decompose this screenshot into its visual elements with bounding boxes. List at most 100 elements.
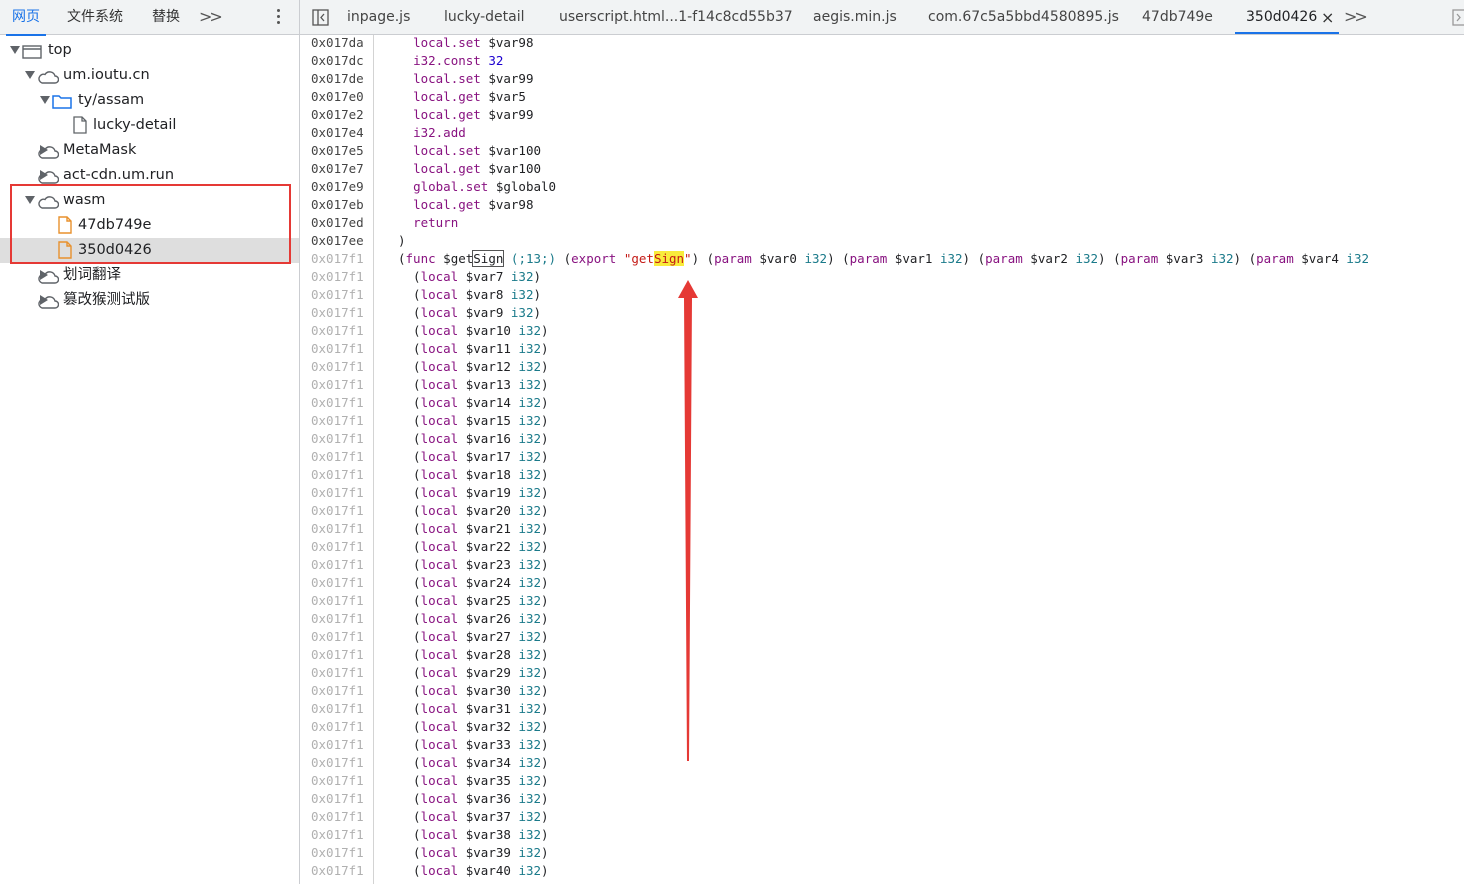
tree-item-label: act-cdn.um.run [63, 167, 175, 183]
line-address: 0x017f1 [311, 287, 364, 302]
code-line: (local $var29 i32) [398, 665, 549, 680]
tab-filesystem[interactable]: 文件系统 [67, 0, 123, 35]
line-address: 0x017de [311, 71, 364, 86]
tree-item-label: ty/assam [78, 92, 145, 108]
code-line: (local $var8 i32) [398, 287, 542, 302]
code-line: (local $var37 i32) [398, 809, 549, 824]
editor-tab-inpage[interactable]: inpage.js [347, 0, 410, 35]
code-line: (local $var7 i32) [398, 269, 542, 284]
line-address: 0x017eb [311, 197, 364, 212]
line-address: 0x017dc [311, 53, 364, 68]
code-line: (local $var38 i32) [398, 827, 549, 842]
editor-tab-userscript[interactable]: userscript.html...1-f14c8cd55b37 [559, 0, 793, 35]
code-line: (local $var24 i32) [398, 575, 549, 590]
code-line: local.set $var98 [413, 35, 534, 50]
code-line: local.set $var99 [413, 71, 534, 86]
code-line: (local $var10 i32) [398, 323, 549, 338]
code-line: (local $var40 i32) [398, 863, 549, 878]
line-address: 0x017f1 [311, 809, 364, 824]
close-tab-icon[interactable]: × [1321, 0, 1334, 35]
line-address: 0x017f1 [311, 395, 364, 410]
tree-item-label: 划词翻译 [63, 267, 121, 283]
editor-tab-lucky-detail[interactable]: lucky-detail [444, 0, 525, 35]
toggle-debugger-icon[interactable] [1452, 9, 1464, 26]
tree-item-label: lucky-detail [93, 117, 177, 133]
line-address: 0x017f1 [311, 683, 364, 698]
line-address: 0x017f1 [311, 665, 364, 680]
line-address: 0x017f1 [311, 575, 364, 590]
code-line: global.set $global0 [413, 179, 557, 194]
kebab-menu-icon[interactable] [277, 9, 281, 27]
editor-tab-aegis[interactable]: aegis.min.js [813, 0, 897, 35]
code-line: (local $var26 i32) [398, 611, 549, 626]
line-address: 0x017f1 [311, 755, 364, 770]
line-address: 0x017f1 [311, 719, 364, 734]
tree-item-label: top [48, 42, 72, 58]
tree-item-label: 350d0426 [78, 242, 152, 258]
code-line: i32.add [413, 125, 466, 140]
code-line: (local $var31 i32) [398, 701, 549, 716]
code-line: (local $var33 i32) [398, 737, 549, 752]
tree-item[interactable]: um.ioutu.cn [0, 63, 299, 88]
tree-item-label: 篡改猴测试版 [63, 292, 150, 308]
expand-triangle-down-icon[interactable] [25, 71, 35, 79]
tree-item[interactable]: act-cdn.um.run [0, 163, 299, 188]
address-gutter: 0x017da 0x017dc 0x017de 0x017e0 0x017e2 0x017… [300, 35, 374, 884]
line-address: 0x017f1 [311, 305, 364, 320]
line-address: 0x017f1 [311, 863, 364, 878]
line-address: 0x017f1 [311, 629, 364, 644]
tab-page[interactable]: 网页 [6, 0, 46, 36]
expand-triangle-down-icon[interactable] [25, 196, 35, 204]
tree-item[interactable]: top [0, 38, 299, 63]
code-line: (local $var17 i32) [398, 449, 549, 464]
line-address: 0x017f1 [311, 431, 364, 446]
code-line: (local $var19 i32) [398, 485, 549, 500]
code-line: (local $var39 i32) [398, 845, 549, 860]
code-line: (local $var35 i32) [398, 773, 549, 788]
expand-triangle-down-icon[interactable] [40, 96, 50, 104]
line-address: 0x017e0 [311, 89, 364, 104]
code-line: (local $var11 i32) [398, 341, 549, 356]
line-address: 0x017f1 [311, 737, 364, 752]
code-line: (local $var22 i32) [398, 539, 549, 554]
tree-item[interactable]: ty/assam [0, 88, 299, 113]
line-address: 0x017f1 [311, 701, 364, 716]
line-address: 0x017ee [311, 233, 364, 248]
tree-item-label: MetaMask [63, 142, 137, 158]
code-line: (local $var28 i32) [398, 647, 549, 662]
tree-item[interactable]: 350d0426 [0, 238, 299, 263]
navigator-tab-strip: 网页 文件系统 替换 >> [0, 0, 299, 36]
tree-item-label: wasm [63, 192, 106, 208]
cloud-icon [37, 293, 60, 318]
editor-tab-350d0426[interactable]: 350d0426 [1246, 0, 1317, 35]
line-address: 0x017f1 [311, 269, 364, 284]
expand-triangle-down-icon[interactable] [10, 46, 20, 54]
more-tabs-chevron-icon[interactable]: >> [199, 0, 223, 35]
line-address: 0x017f1 [311, 449, 364, 464]
code-line: ) [398, 233, 406, 248]
toggle-navigator-icon[interactable] [312, 9, 329, 26]
tree-item[interactable]: wasm [0, 188, 299, 213]
line-address: 0x017e4 [311, 125, 364, 140]
line-address: 0x017f1 [311, 539, 364, 554]
line-address: 0x017f1 [311, 467, 364, 482]
code-line: (local $var9 i32) [398, 305, 542, 320]
more-editor-tabs-chevron-icon[interactable]: >> [1344, 0, 1368, 35]
code-line: (local $var14 i32) [398, 395, 549, 410]
code-line: (local $var21 i32) [398, 521, 549, 536]
editor-tab-47db749e[interactable]: 47db749e [1142, 0, 1213, 35]
tab-overrides[interactable]: 替换 [152, 0, 180, 35]
tree-item[interactable]: 47db749e [0, 213, 299, 238]
navigator-panel: 网页 文件系统 替换 >> top um.ioutu.cn ty/assam luck… [0, 0, 300, 884]
line-address: 0x017f1 [311, 827, 364, 842]
tree-item[interactable]: lucky-detail [0, 113, 299, 138]
tree-item[interactable]: 划词翻译 [0, 263, 299, 288]
code-line: local.set $var100 [413, 143, 542, 158]
code-editor[interactable]: 0x017da 0x017dc 0x017de 0x017e0 0x017e2 0x017… [300, 35, 1464, 884]
code-line: (func $getSign (;13;) (export "getSign")… [398, 250, 1369, 267]
editor-tab-com[interactable]: com.67c5a5bbd4580895.js [928, 0, 1119, 35]
tree-item[interactable]: MetaMask [0, 138, 299, 163]
line-address: 0x017f1 [311, 611, 364, 626]
tree-item[interactable]: 篡改猴测试版 [0, 288, 299, 313]
line-address: 0x017f1 [311, 323, 364, 338]
